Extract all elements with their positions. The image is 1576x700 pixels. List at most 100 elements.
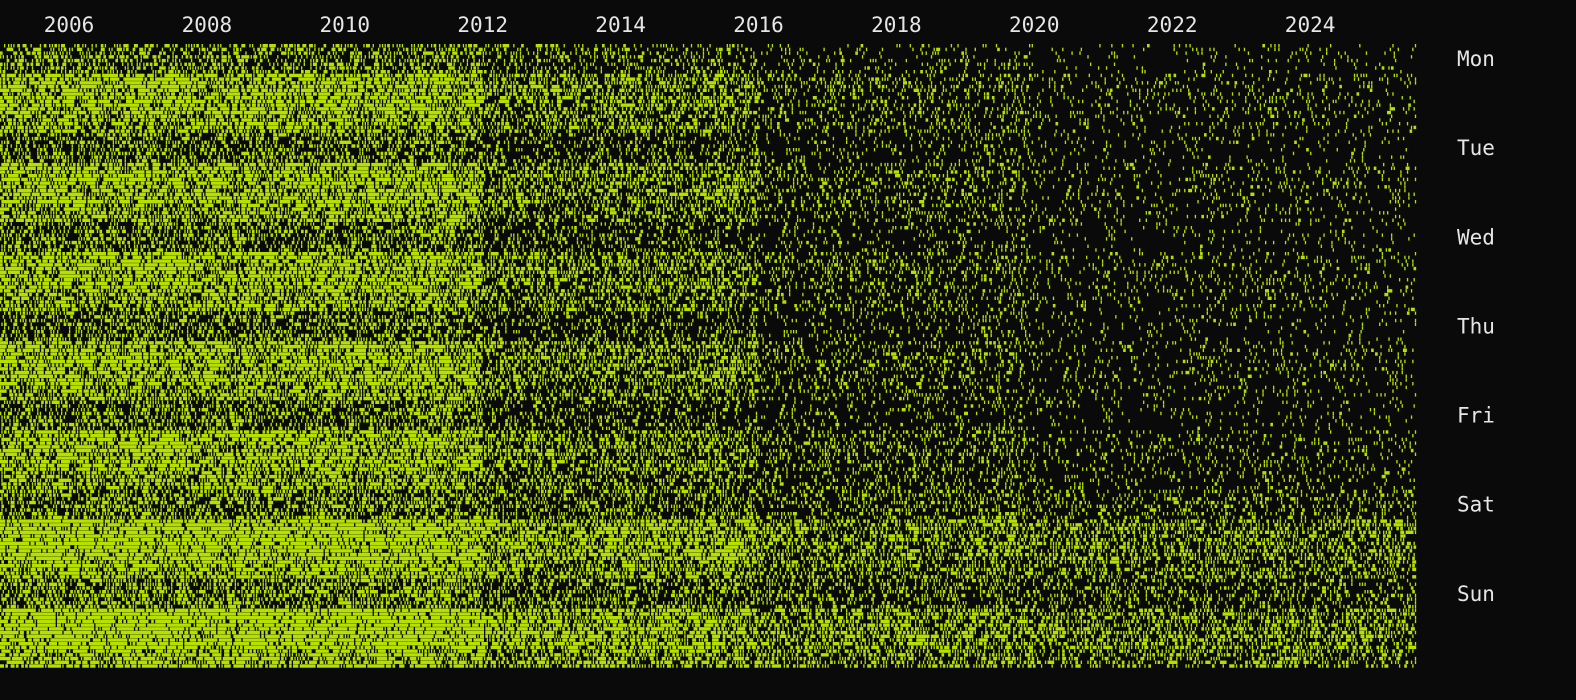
heatmap-cell xyxy=(159,51,162,54)
heatmap-cell xyxy=(1351,59,1352,62)
heatmap-cell xyxy=(4,44,5,47)
heatmap-cell xyxy=(137,63,138,66)
heatmap-cell xyxy=(516,55,517,58)
heatmap-cell xyxy=(378,48,379,51)
heatmap-cell xyxy=(316,59,319,62)
heatmap-cell xyxy=(149,48,152,51)
heatmap-cell xyxy=(407,59,408,62)
heatmap-cell xyxy=(294,51,295,54)
heatmap-cell xyxy=(1330,44,1331,47)
heatmap-cell xyxy=(416,59,419,62)
heatmap-cell xyxy=(82,63,83,66)
heatmap-cell xyxy=(442,55,445,58)
heatmap-cell xyxy=(11,55,12,58)
heatmap-cell xyxy=(736,55,737,58)
heatmap-cell xyxy=(509,63,510,66)
heatmap-cell xyxy=(552,48,553,51)
heatmap-cell xyxy=(1174,48,1175,51)
heatmap-cell xyxy=(781,48,782,51)
heatmap-cell xyxy=(630,55,631,58)
heatmap-cell xyxy=(374,63,379,66)
heatmap-cell xyxy=(260,59,263,62)
activity-heatmap: 2006 2008 2010 2012 2014 2016 2018 2020 2022 2024… xyxy=(0,0,1576,700)
heatmap-cell xyxy=(383,51,384,54)
heatmap-cell xyxy=(313,59,314,62)
heatmap-cell xyxy=(212,63,216,66)
heatmap-cell xyxy=(550,44,554,47)
heatmap-cell xyxy=(162,59,166,62)
heatmap-cell xyxy=(922,44,925,47)
heatmap-cell xyxy=(385,55,388,58)
heatmap-cell xyxy=(619,55,620,58)
heatmap-cell xyxy=(1288,59,1289,62)
heatmap-cell xyxy=(1196,48,1197,51)
heatmap-cell xyxy=(467,59,468,62)
heatmap-cell xyxy=(175,44,178,47)
heatmap-cell xyxy=(21,55,24,58)
heatmap-cell xyxy=(879,51,880,54)
heatmap-cell xyxy=(602,51,603,54)
heatmap-cell xyxy=(638,55,643,58)
heatmap-cell xyxy=(456,55,459,58)
heatmap-cell xyxy=(623,63,624,66)
heatmap-cell xyxy=(448,48,451,51)
heatmap-cell xyxy=(61,48,62,51)
heatmap-cell xyxy=(850,59,851,62)
heatmap-cell xyxy=(1334,63,1335,66)
heatmap-cell xyxy=(7,48,14,51)
heatmap-cell xyxy=(251,55,252,58)
heatmap-cell xyxy=(1306,48,1307,51)
heatmap-cell xyxy=(772,44,773,47)
heatmap-cell xyxy=(672,48,673,51)
heatmap-cell xyxy=(473,48,474,51)
heatmap-cell xyxy=(133,66,134,69)
heatmap-cell xyxy=(150,63,153,66)
heatmap-cell xyxy=(1058,55,1059,58)
heatmap-cell xyxy=(891,59,892,62)
heatmap-cell xyxy=(457,44,460,47)
heatmap-cell xyxy=(709,44,710,47)
heatmap-cell xyxy=(117,44,118,47)
heatmap-cell xyxy=(751,55,752,58)
heatmap-cell xyxy=(309,48,310,51)
heatmap-cell xyxy=(1323,63,1324,66)
heatmap-cell xyxy=(899,44,900,47)
heatmap-cell xyxy=(544,59,545,62)
heatmap-cell xyxy=(288,51,289,54)
heatmap-cell xyxy=(91,44,92,47)
heatmap-cell xyxy=(439,59,442,62)
heatmap-cell xyxy=(663,55,664,58)
heatmap-cell xyxy=(839,51,842,54)
heatmap-cell xyxy=(4,66,5,69)
heatmap-cell xyxy=(168,66,169,69)
heatmap-cell xyxy=(420,44,423,47)
heatmap-cell xyxy=(1319,48,1320,51)
heatmap-cell xyxy=(691,55,692,58)
heatmap-cell xyxy=(707,48,708,51)
heatmap-cell xyxy=(618,59,621,62)
heatmap-cell xyxy=(452,48,455,51)
heatmap-cell xyxy=(442,48,443,51)
heatmap-cell xyxy=(1014,59,1015,62)
heatmap-cell xyxy=(797,51,798,54)
heatmap-cell xyxy=(346,63,347,66)
heatmap-cell xyxy=(483,51,484,54)
heatmap-cell xyxy=(70,55,71,58)
heatmap-cell xyxy=(753,51,754,54)
heatmap-cell xyxy=(941,59,942,62)
heatmap-cell xyxy=(281,51,286,54)
heatmap-cell xyxy=(64,59,67,62)
heatmap-cell xyxy=(52,51,55,54)
heatmap-cell xyxy=(813,63,816,66)
heatmap-cell xyxy=(537,51,538,54)
heatmap-cell xyxy=(500,51,501,54)
heatmap-cell xyxy=(727,48,731,51)
heatmap-cell xyxy=(418,44,419,47)
heatmap-cell xyxy=(277,63,278,66)
heatmap-cell xyxy=(221,48,226,51)
heatmap-cell xyxy=(196,44,199,47)
heatmap-cell xyxy=(64,48,67,51)
heatmap-cell xyxy=(753,55,754,58)
heatmap-cell xyxy=(529,63,530,66)
heatmap-cell xyxy=(255,51,256,54)
